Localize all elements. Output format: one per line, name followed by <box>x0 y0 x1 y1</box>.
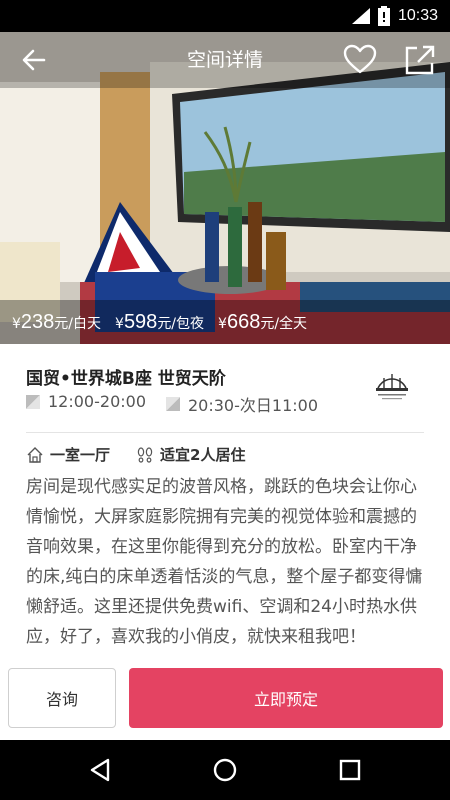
space-name: 国贸•世界城B座 世贸天阶 <box>26 369 226 389</box>
price-bar: ¥238元/白天 ¥598元/包夜 ¥668元/全天 <box>0 300 450 344</box>
status-icons: 10:33 <box>351 0 438 32</box>
night-time-text: 20:30-次日11:00 <box>188 396 318 415</box>
consult-button[interactable]: 咨询 <box>8 668 116 728</box>
book-now-button[interactable]: 立即预定 <box>129 668 443 728</box>
price-day-amount: 238 <box>20 310 55 333</box>
action-bar: 咨询 立即预定 <box>0 660 450 740</box>
day-time-text: 12:00-20:00 <box>48 392 146 411</box>
price-night-amount: 598 <box>123 310 158 333</box>
signal-icon <box>351 8 370 24</box>
building-logo <box>376 374 408 400</box>
heart-icon[interactable] <box>342 42 378 78</box>
price-full-day-amount: 668 <box>226 310 261 333</box>
divider <box>26 432 424 433</box>
top-bar: 空间详情 <box>0 32 450 88</box>
hero-image: 空间详情 ¥238元/白天 ¥598元/包夜 ¥668元/全天 <box>0 32 450 344</box>
battery-icon <box>377 6 390 26</box>
price-night: ¥598元/包夜 <box>115 311 204 334</box>
share-icon[interactable] <box>402 42 438 78</box>
back-arrow-icon[interactable] <box>18 44 50 76</box>
tag-capacity-label: 适宜2人居住 <box>160 446 246 464</box>
price-day: ¥238元/白天 <box>12 311 101 334</box>
tag-room-type: 一室一厅 <box>26 444 110 465</box>
status-time: 10:33 <box>397 7 438 24</box>
price-full-day: ¥668元/全天 <box>218 311 307 334</box>
price-night-unit: 元/包夜 <box>157 315 205 332</box>
home-circle-icon[interactable] <box>209 754 241 786</box>
price-day-currency: ¥ <box>12 315 21 332</box>
room-tags: 一室一厅 适宜2人居住 <box>26 444 245 465</box>
price-full-day-currency: ¥ <box>218 315 227 332</box>
day-time: 12:00-20:00 <box>26 392 146 411</box>
night-time-icon <box>166 397 180 411</box>
footprints-icon <box>137 446 153 463</box>
price-night-currency: ¥ <box>115 315 124 332</box>
room-description: 房间是现代感实足的波普风格，跳跃的色块会让你心情愉悦，大屏家庭影院拥有完美的视觉… <box>26 477 423 647</box>
night-time: 20:30-次日11:00 <box>166 392 318 416</box>
back-triangle-icon[interactable] <box>84 754 116 786</box>
status-bar: 10:33 <box>0 0 450 32</box>
price-day-unit: 元/白天 <box>54 315 102 332</box>
recents-square-icon[interactable] <box>334 754 366 786</box>
price-full-day-unit: 元/全天 <box>260 315 308 332</box>
tag-room-type-label: 一室一厅 <box>50 446 111 464</box>
tag-capacity: 适宜2人居住 <box>136 444 245 465</box>
navigation-bar <box>0 740 450 800</box>
house-icon <box>27 446 43 463</box>
day-time-icon <box>26 394 40 409</box>
page-title: 空间详情 <box>186 49 263 71</box>
